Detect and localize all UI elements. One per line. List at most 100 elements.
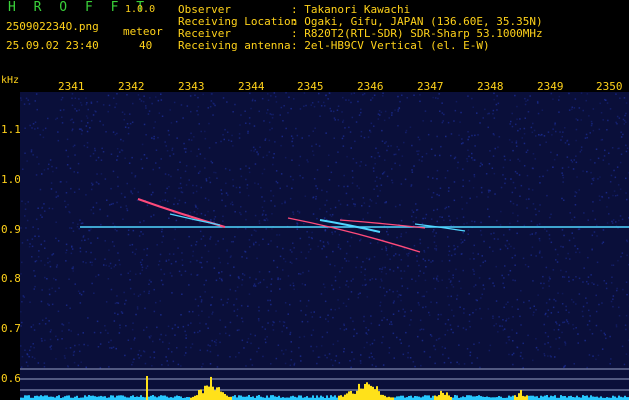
noise-dot: [132, 361, 134, 363]
noise-dot: [592, 108, 595, 110]
noise-dot: [78, 109, 80, 111]
noise-dot: [345, 328, 348, 330]
noise-dot: [262, 213, 264, 215]
noise-dot: [556, 154, 558, 156]
noise-dot: [196, 155, 198, 157]
noise-dot: [170, 122, 173, 124]
noise-dot: [160, 93, 162, 95]
noise-dot: [422, 120, 424, 122]
noise-dot: [90, 102, 93, 104]
noise-dot: [332, 343, 335, 346]
noise-dot: [312, 130, 314, 132]
noise-dot: [352, 278, 354, 280]
noise-dot: [85, 262, 87, 264]
noise-dot: [236, 286, 239, 288]
noise-dot: [379, 304, 381, 307]
noise-dot: [389, 268, 391, 271]
noise-dot: [79, 292, 81, 295]
noise-dot: [565, 270, 567, 273]
noise-dot: [71, 97, 73, 100]
noise-dot: [538, 175, 541, 178]
signal-bar: [582, 395, 584, 400]
noise-dot: [114, 312, 116, 314]
noise-dot: [139, 272, 142, 275]
noise-dot: [213, 210, 215, 212]
signal-bar: [258, 395, 260, 400]
noise-dot: [354, 205, 356, 207]
noise-dot: [247, 130, 249, 133]
noise-dot: [248, 293, 251, 295]
noise-dot: [410, 184, 413, 186]
noise-dot: [143, 248, 145, 251]
noise-dot: [399, 204, 401, 206]
noise-dot: [604, 334, 606, 336]
noise-dot: [386, 318, 388, 321]
noise-dot: [434, 154, 436, 157]
noise-dot: [398, 107, 400, 109]
noise-dot: [198, 123, 200, 125]
noise-dot: [547, 355, 549, 357]
noise-dot: [72, 230, 75, 232]
signal-bar: [462, 396, 464, 400]
noise-dot: [312, 154, 315, 156]
noise-dot: [168, 134, 170, 136]
noise-dot: [584, 137, 587, 139]
noise-dot: [428, 311, 430, 314]
noise-dot: [548, 234, 551, 236]
noise-dot: [200, 301, 203, 303]
noise-dot: [29, 301, 31, 303]
noise-dot: [449, 281, 452, 283]
noise-dot: [157, 264, 160, 266]
noise-dot: [482, 284, 485, 286]
noise-dot: [398, 148, 400, 151]
noise-dot: [184, 201, 187, 204]
signal-bar: [92, 395, 94, 400]
signal-bar: [162, 395, 164, 400]
noise-dot: [199, 349, 201, 351]
noise-dot: [78, 227, 80, 230]
noise-dot: [471, 362, 473, 364]
noise-dot: [238, 352, 240, 354]
noise-dot: [457, 245, 459, 248]
noise-dot: [356, 185, 358, 187]
noise-dot: [255, 278, 257, 280]
signal-bar: [438, 395, 440, 400]
noise-dot: [591, 178, 594, 180]
noise-dot: [310, 104, 312, 106]
noise-dot: [171, 327, 174, 330]
noise-dot: [72, 270, 74, 272]
signal-bar: [178, 396, 180, 400]
noise-dot: [131, 243, 134, 246]
noise-dot: [217, 354, 219, 357]
noise-dot: [179, 161, 181, 163]
noise-dot: [502, 174, 504, 176]
noise-dot: [375, 147, 377, 150]
noise-dot: [216, 366, 219, 368]
noise-dot: [99, 343, 102, 345]
noise-dot: [526, 207, 528, 209]
noise-dot: [71, 104, 74, 107]
noise-dot: [527, 111, 530, 113]
noise-dot: [38, 163, 40, 165]
noise-dot: [469, 354, 471, 357]
noise-dot: [441, 112, 444, 114]
noise-dot: [422, 217, 424, 220]
noise-dot: [215, 344, 217, 346]
noise-dot: [257, 318, 260, 320]
noise-dot: [620, 153, 623, 155]
noise-dot: [555, 259, 557, 261]
noise-dot: [67, 155, 69, 158]
noise-dot: [334, 119, 336, 121]
noise-dot: [383, 119, 386, 122]
noise-dot: [337, 243, 340, 246]
noise-dot: [214, 216, 217, 218]
noise-dot: [280, 144, 282, 147]
noise-dot: [492, 315, 494, 317]
noise-dot: [247, 194, 250, 197]
noise-dot: [539, 204, 541, 206]
noise-dot: [363, 315, 365, 318]
noise-dot: [308, 236, 310, 238]
noise-dot: [83, 343, 85, 346]
noise-dot: [209, 350, 212, 353]
signal-bar: [358, 383, 360, 400]
